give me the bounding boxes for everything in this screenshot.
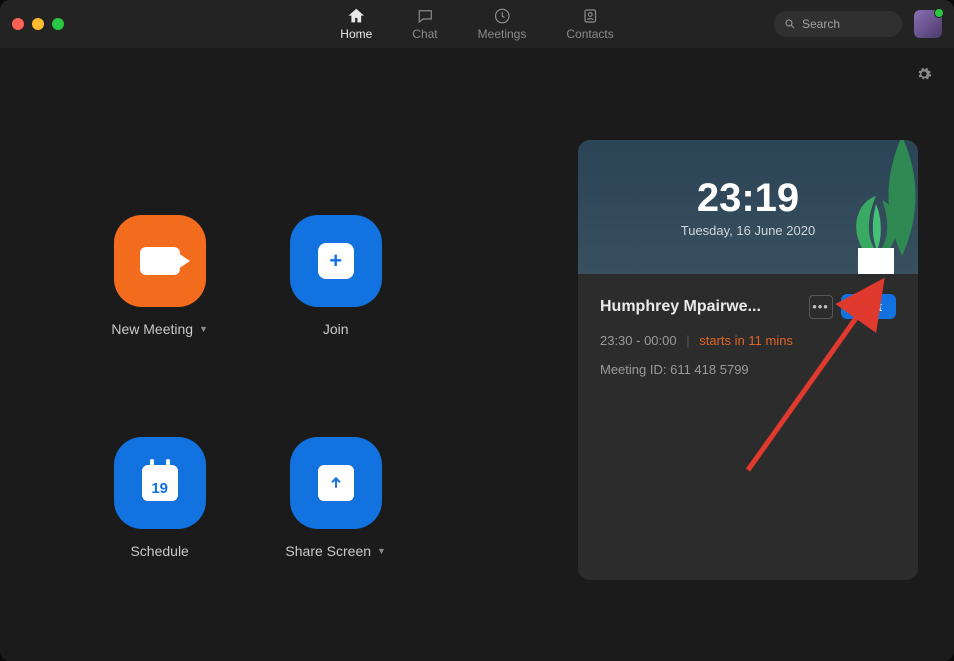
close-icon[interactable] xyxy=(12,18,24,30)
meeting-title: Humphrey Mpairwe... xyxy=(600,298,801,316)
share-icon xyxy=(318,465,354,501)
meeting-time-range: 23:30 - 00:00 xyxy=(600,333,677,348)
chevron-down-icon[interactable]: ▼ xyxy=(199,324,208,334)
search-input[interactable]: Search xyxy=(774,11,902,37)
meeting-id-label: Meeting ID: xyxy=(600,362,666,377)
clock-date: Tuesday, 16 June 2020 xyxy=(681,223,815,238)
meeting-countdown: starts in 11 mins xyxy=(699,333,793,348)
tab-label: Contacts xyxy=(566,27,613,41)
settings-button[interactable] xyxy=(916,66,932,87)
plant-decoration-icon xyxy=(844,196,908,274)
tile-join: + Join xyxy=(266,215,406,337)
tab-home[interactable]: Home xyxy=(340,7,372,41)
tile-schedule: 19 Schedule xyxy=(90,437,230,559)
titlebar: Home Chat Meetings Contacts xyxy=(0,0,954,48)
tile-share-screen: Share Screen ▼ xyxy=(266,437,406,559)
contacts-icon xyxy=(581,7,599,25)
titlebar-right: Search xyxy=(774,10,942,38)
chat-icon xyxy=(416,7,434,25)
new-meeting-label: New Meeting xyxy=(111,321,193,337)
home-icon xyxy=(347,7,365,25)
action-grid: New Meeting ▼ + Join 19 xyxy=(36,72,459,661)
gear-icon xyxy=(916,66,932,82)
plus-icon: + xyxy=(318,243,354,279)
search-icon xyxy=(784,18,796,30)
tab-contacts[interactable]: Contacts xyxy=(566,7,613,41)
chevron-down-icon[interactable]: ▼ xyxy=(377,546,386,556)
meeting-more-button[interactable]: ••• xyxy=(809,295,833,319)
right-panel: 23:19 Tuesday, 16 June 2020 Humphrey Mpa… xyxy=(459,72,918,661)
tab-chat[interactable]: Chat xyxy=(412,7,437,41)
meeting-id: 611 418 5799 xyxy=(670,362,749,377)
app-window: Home Chat Meetings Contacts xyxy=(0,0,954,661)
tab-label: Chat xyxy=(412,27,437,41)
tab-meetings[interactable]: Meetings xyxy=(478,7,527,41)
video-icon xyxy=(140,247,180,275)
start-button[interactable]: Start xyxy=(841,294,896,319)
upcoming-meeting: Humphrey Mpairwe... ••• Start 23:30 - 00… xyxy=(578,274,918,397)
clock-time: 23:19 xyxy=(697,176,799,221)
join-label: Join xyxy=(323,321,349,337)
new-meeting-button[interactable] xyxy=(114,215,206,307)
maximize-icon[interactable] xyxy=(52,18,64,30)
calendar-icon: 19 xyxy=(142,465,178,501)
content-area: New Meeting ▼ + Join 19 xyxy=(0,48,954,661)
clock-hero: 23:19 Tuesday, 16 June 2020 xyxy=(578,140,918,274)
divider: | xyxy=(686,333,689,348)
share-screen-button[interactable] xyxy=(290,437,382,529)
window-controls xyxy=(12,18,64,30)
join-button[interactable]: + xyxy=(290,215,382,307)
share-screen-label: Share Screen xyxy=(285,543,371,559)
minimize-icon[interactable] xyxy=(32,18,44,30)
schedule-label: Schedule xyxy=(130,543,188,559)
avatar[interactable] xyxy=(914,10,942,38)
clock-icon xyxy=(493,7,511,25)
tab-label: Meetings xyxy=(478,27,527,41)
meeting-card: 23:19 Tuesday, 16 June 2020 Humphrey Mpa… xyxy=(578,140,918,580)
tab-label: Home xyxy=(340,27,372,41)
tile-new-meeting: New Meeting ▼ xyxy=(90,215,230,337)
schedule-button[interactable]: 19 xyxy=(114,437,206,529)
nav-tabs: Home Chat Meetings Contacts xyxy=(340,0,613,48)
search-placeholder: Search xyxy=(802,17,840,31)
